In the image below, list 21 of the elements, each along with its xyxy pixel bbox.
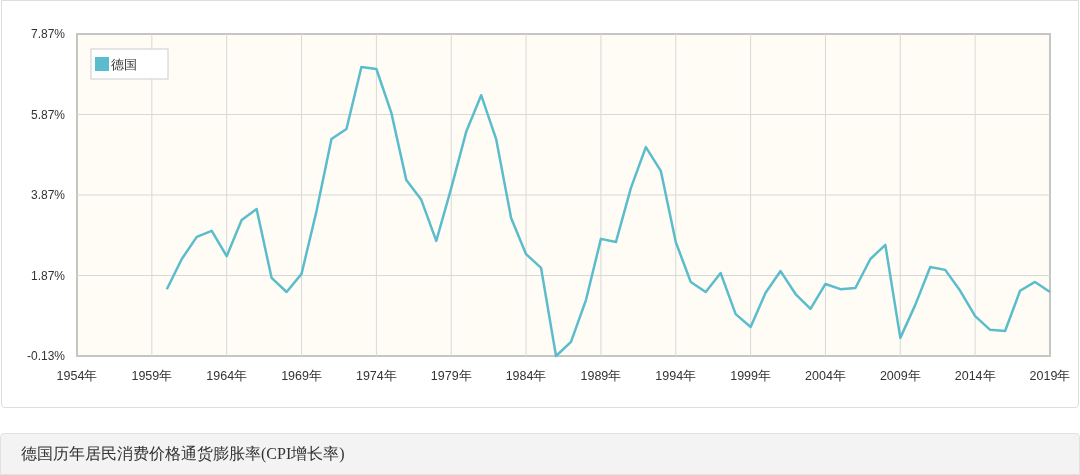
legend-label: 德国: [111, 57, 137, 72]
x-tick-label: 1974年: [356, 369, 397, 383]
y-tick-label: 1.87%: [30, 268, 65, 283]
caption-title: 德国历年居民消费价格通货膨胀率(CPI增长率): [21, 444, 345, 465]
x-tick-label: 2019年: [1029, 369, 1071, 383]
y-tick-label: -0.13%: [26, 349, 65, 363]
x-tick-label: 2004年: [805, 369, 846, 383]
x-tick-label: 1999年: [730, 369, 771, 383]
y-tick-label: 7.87%: [30, 27, 65, 41]
x-tick-label: 1989年: [580, 369, 622, 383]
x-tick-label: 1954年: [56, 369, 98, 383]
x-tick-label: 1959年: [131, 369, 173, 383]
x-tick-label: 1979年: [430, 369, 472, 383]
x-tick-label: 1994年: [655, 369, 697, 383]
x-tick-label: 1969年: [281, 369, 322, 383]
y-tick-label: 5.87%: [30, 107, 65, 122]
x-tick-label: 2009年: [879, 369, 921, 383]
x-tick-label: 1964年: [206, 369, 248, 383]
x-tick-label: 1984年: [505, 369, 547, 383]
x-tick-label: 2014年: [954, 369, 996, 383]
y-tick-label: 3.87%: [30, 188, 65, 202]
